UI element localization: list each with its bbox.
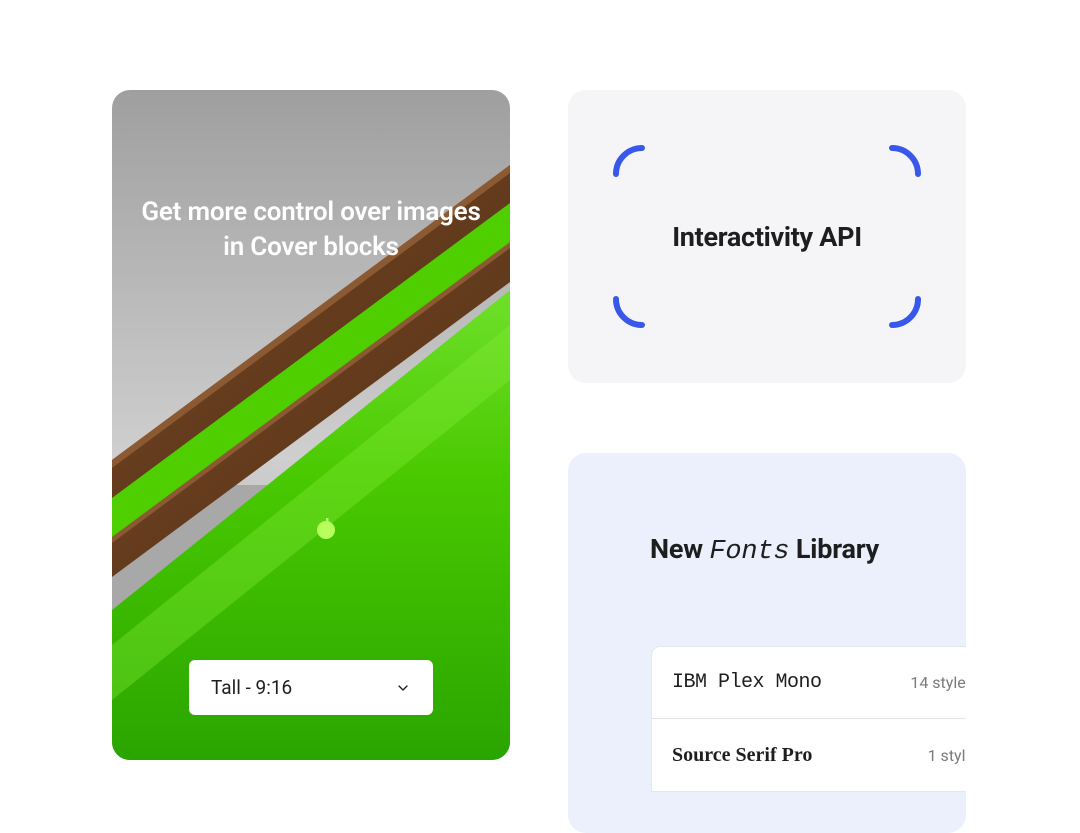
fonts-library-card: New Fonts Library IBM Plex Mono 14 style… <box>568 453 966 833</box>
font-row[interactable]: Source Serif Pro 1 style <box>652 719 966 791</box>
font-list: IBM Plex Mono 14 styles Source Serif Pro… <box>652 647 966 791</box>
corner-bracket-icon <box>612 144 654 186</box>
fonts-heading-suffix: Library <box>789 533 879 565</box>
cover-card: Get more control over images in Cover bl… <box>112 90 510 760</box>
chevron-down-icon <box>395 680 411 696</box>
interactivity-title: Interactivity API <box>672 221 862 253</box>
font-name: IBM Plex Mono <box>672 671 822 694</box>
aspect-ratio-value: Tall - 9:16 <box>211 676 292 699</box>
font-row[interactable]: IBM Plex Mono 14 styles <box>652 647 966 719</box>
font-style-count: 1 style <box>928 746 966 765</box>
font-name: Source Serif Pro <box>672 744 812 767</box>
corner-bracket-icon <box>880 287 922 329</box>
cover-heading: Get more control over images in Cover bl… <box>136 195 486 265</box>
corner-bracket-icon <box>612 287 654 329</box>
aspect-ratio-select[interactable]: Tall - 9:16 <box>189 660 433 715</box>
corner-bracket-icon <box>880 144 922 186</box>
fonts-heading-prefix: New <box>650 533 709 565</box>
font-style-count: 14 styles <box>910 673 966 692</box>
fonts-heading: New Fonts Library <box>568 453 966 567</box>
interactivity-card: Interactivity API <box>568 90 966 383</box>
fonts-heading-em: Fonts <box>709 537 789 567</box>
